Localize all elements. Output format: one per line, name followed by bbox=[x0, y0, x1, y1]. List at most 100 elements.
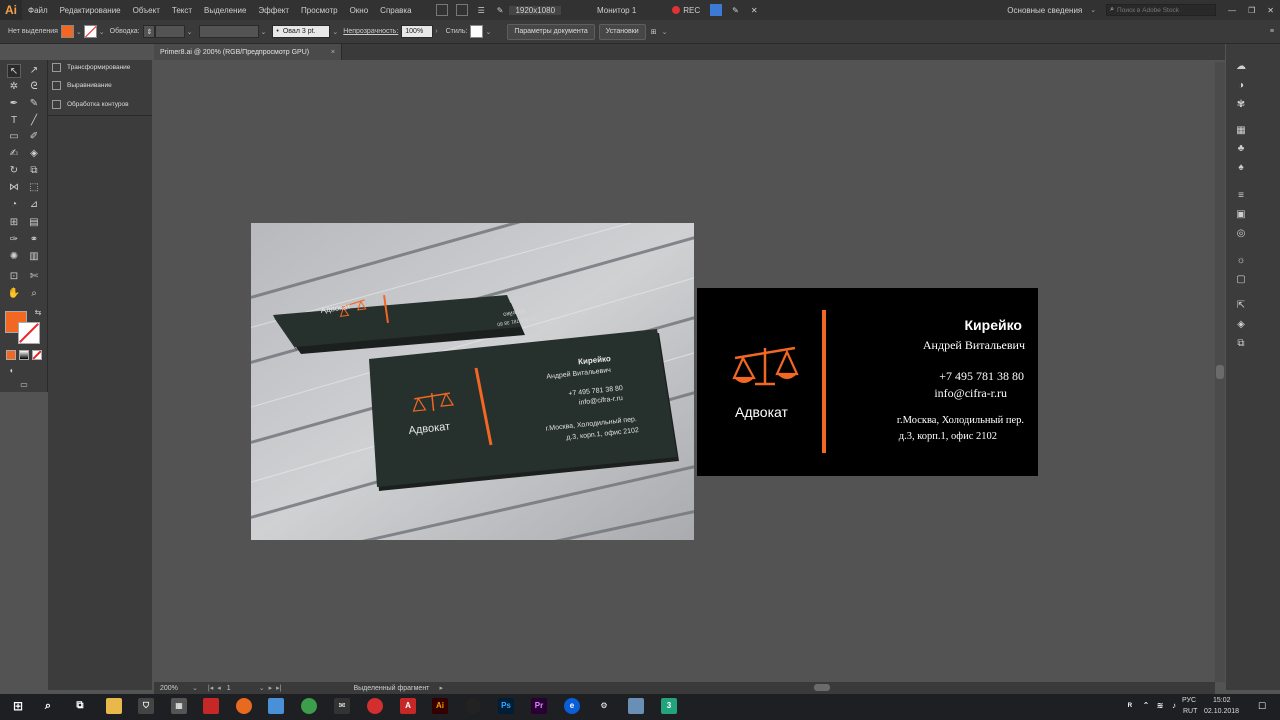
graph-tool-icon[interactable]: ▥ bbox=[27, 250, 41, 264]
window-app-icon[interactable] bbox=[268, 698, 284, 714]
scale-tool-icon[interactable]: ⧉ bbox=[27, 164, 41, 178]
fill-color-swatch[interactable] bbox=[60, 25, 74, 38]
document-tab[interactable]: Primer8.ai @ 200% (RGB/Предпросмотр GPU)… bbox=[154, 44, 342, 60]
appearance-icon[interactable]: ☼ bbox=[1234, 255, 1248, 267]
eraser-tool-icon[interactable]: ◈ bbox=[27, 147, 41, 161]
magic-wand-tool-icon[interactable]: ✲ bbox=[7, 80, 21, 94]
free-transform-tool-icon[interactable]: ⬚ bbox=[27, 181, 41, 195]
windows-start-icon[interactable]: ⊞ bbox=[10, 698, 26, 714]
cc-libraries-icon[interactable]: ☁ bbox=[1234, 61, 1248, 73]
red-app-icon[interactable] bbox=[203, 698, 219, 714]
clock-time[interactable]: 15:02 bbox=[1213, 697, 1231, 704]
store-icon[interactable]: ⛉ bbox=[138, 698, 154, 714]
lasso-tool-icon[interactable]: ᘓ bbox=[27, 80, 41, 94]
chevron-down-icon[interactable]: ⌄ bbox=[192, 684, 198, 692]
panel-pathfinder[interactable]: Обработка контуров bbox=[52, 97, 129, 111]
none-mode-swatch[interactable] bbox=[32, 350, 42, 360]
bridge-icon[interactable] bbox=[435, 4, 448, 16]
zoom-level[interactable]: 200% bbox=[160, 685, 190, 692]
chevron-down-icon[interactable]: ⌄ bbox=[259, 684, 265, 692]
graphic-styles-icon[interactable]: ▢ bbox=[1234, 274, 1248, 286]
clock-date[interactable]: 02.10.2018 bbox=[1204, 708, 1239, 715]
record-app-icon[interactable] bbox=[465, 698, 481, 714]
opacity-label[interactable]: Непрозрачность: bbox=[343, 28, 398, 35]
symbol-sprayer-tool-icon[interactable]: ✺ bbox=[7, 250, 21, 264]
green-app-icon[interactable]: 3 bbox=[661, 698, 677, 714]
zoom-tool-icon[interactable]: ⌕ bbox=[27, 287, 41, 301]
edge-icon[interactable]: e bbox=[564, 698, 580, 714]
chevron-right-icon[interactable]: › bbox=[435, 28, 437, 35]
preferences-button[interactable]: Установки bbox=[598, 23, 646, 40]
acrobat-icon[interactable]: A bbox=[400, 698, 416, 714]
people-icon[interactable]: ᴿ bbox=[1122, 698, 1138, 714]
panel-align[interactable]: Выравнивание bbox=[52, 78, 112, 92]
stroke-color-box[interactable] bbox=[18, 322, 40, 344]
type-tool-icon[interactable]: T bbox=[7, 114, 21, 128]
draw-mode-icon[interactable]: ◐ bbox=[5, 364, 19, 378]
notifications-icon[interactable]: ☐ bbox=[1254, 698, 1270, 714]
stroke-panel-icon[interactable]: ≡ bbox=[1234, 190, 1248, 202]
perspective-grid-tool-icon[interactable]: ⊿ bbox=[27, 198, 41, 212]
arrange-documents-icon[interactable]: ⊞ bbox=[651, 28, 657, 36]
shape-builder-tool-icon[interactable]: ◔ bbox=[7, 198, 21, 212]
color-mode-swatch[interactable] bbox=[6, 350, 16, 360]
menu-type[interactable]: Текст bbox=[166, 6, 198, 15]
eyedropper-tool-icon[interactable]: ✑ bbox=[7, 233, 21, 247]
close-recorder-icon[interactable]: ✕ bbox=[745, 6, 764, 15]
menu-help[interactable]: Справка bbox=[374, 6, 417, 15]
artboard-number[interactable]: 1 bbox=[227, 685, 253, 692]
close-button[interactable]: ✕ bbox=[1261, 6, 1280, 15]
settings-icon[interactable]: ⚙ bbox=[596, 698, 612, 714]
line-tool-icon[interactable]: ╱ bbox=[27, 114, 41, 128]
direct-selection-tool-icon[interactable]: ↗ bbox=[27, 64, 41, 78]
menu-file[interactable]: Файл bbox=[22, 6, 54, 15]
chrome-icon[interactable] bbox=[301, 698, 317, 714]
pin-icon[interactable]: ✎ bbox=[491, 6, 510, 15]
input-language[interactable]: РУС bbox=[1182, 697, 1196, 704]
chevron-down-icon[interactable]: ⌄ bbox=[485, 28, 491, 36]
keyboard-layout[interactable]: RUT bbox=[1183, 708, 1197, 715]
stock-icon[interactable] bbox=[455, 4, 468, 16]
opera-icon[interactable] bbox=[367, 698, 383, 714]
pen-icon[interactable]: ✎ bbox=[726, 6, 745, 15]
mockup-photo[interactable]: Адвокат Адвокат Кирейко Андрей Витальеви… bbox=[251, 223, 694, 540]
menu-object[interactable]: Объект bbox=[127, 6, 166, 15]
photoshop-icon[interactable]: Ps bbox=[498, 698, 514, 714]
swatches-icon[interactable]: ▦ bbox=[1234, 125, 1248, 137]
rec-label[interactable]: REC bbox=[683, 6, 706, 15]
gradient-panel-icon[interactable]: ▣ bbox=[1234, 209, 1248, 221]
slice-tool-icon[interactable]: ✄ bbox=[27, 270, 41, 284]
brushes-icon[interactable]: ♣ bbox=[1234, 143, 1248, 155]
gradient-mode-swatch[interactable] bbox=[19, 350, 29, 360]
panel-transform[interactable]: Трансформирование bbox=[52, 60, 130, 74]
style-swatch[interactable] bbox=[470, 25, 484, 38]
gradient-tool-icon[interactable]: ▤ bbox=[27, 216, 41, 230]
workspace-switcher[interactable]: Основные сведения bbox=[1001, 6, 1088, 15]
last-artboard-icon[interactable]: ▸| bbox=[276, 684, 281, 692]
selection-tool-icon[interactable]: ↖ bbox=[7, 64, 21, 78]
chevron-down-icon[interactable]: ⌄ bbox=[76, 28, 82, 36]
stock-search-field[interactable]: ⌕ Поиск в Adobe Stock bbox=[1106, 4, 1217, 16]
menu-effect[interactable]: Эффект bbox=[252, 6, 295, 15]
export-icon[interactable]: ⇱ bbox=[1234, 300, 1248, 312]
shaper-tool-icon[interactable]: ✍ bbox=[7, 147, 21, 161]
business-card-artboard[interactable]: Адвокат Кирейко Андрей Витальевич +7 495… bbox=[697, 288, 1038, 476]
first-artboard-icon[interactable]: |◂ bbox=[208, 684, 213, 692]
network-app-icon[interactable] bbox=[628, 698, 644, 714]
next-artboard-icon[interactable]: ▸ bbox=[269, 684, 273, 692]
document-setup-button[interactable]: Параметры документа bbox=[507, 23, 595, 40]
screen-mode-icon[interactable]: ▭ bbox=[17, 378, 31, 392]
hand-tool-icon[interactable]: ✋ bbox=[7, 287, 21, 301]
swap-colors-icon[interactable]: ⇆ bbox=[31, 306, 45, 320]
artboard-tool-icon[interactable]: ⊡ bbox=[7, 270, 21, 284]
task-view-icon[interactable]: ⧉ bbox=[72, 698, 88, 714]
record-icon[interactable] bbox=[672, 6, 681, 14]
color-guide-icon[interactable]: ✾ bbox=[1234, 99, 1248, 111]
search-icon[interactable]: ⌕ bbox=[40, 698, 56, 714]
firefox-icon[interactable] bbox=[236, 698, 252, 714]
curvature-tool-icon[interactable]: ✎ bbox=[27, 97, 41, 111]
layers-icon[interactable]: ◈ bbox=[1234, 319, 1248, 331]
restore-button[interactable]: ❐ bbox=[1242, 6, 1261, 15]
chevron-down-icon[interactable]: ⌄ bbox=[332, 28, 338, 36]
width-tool-icon[interactable]: ⋈ bbox=[7, 181, 21, 195]
